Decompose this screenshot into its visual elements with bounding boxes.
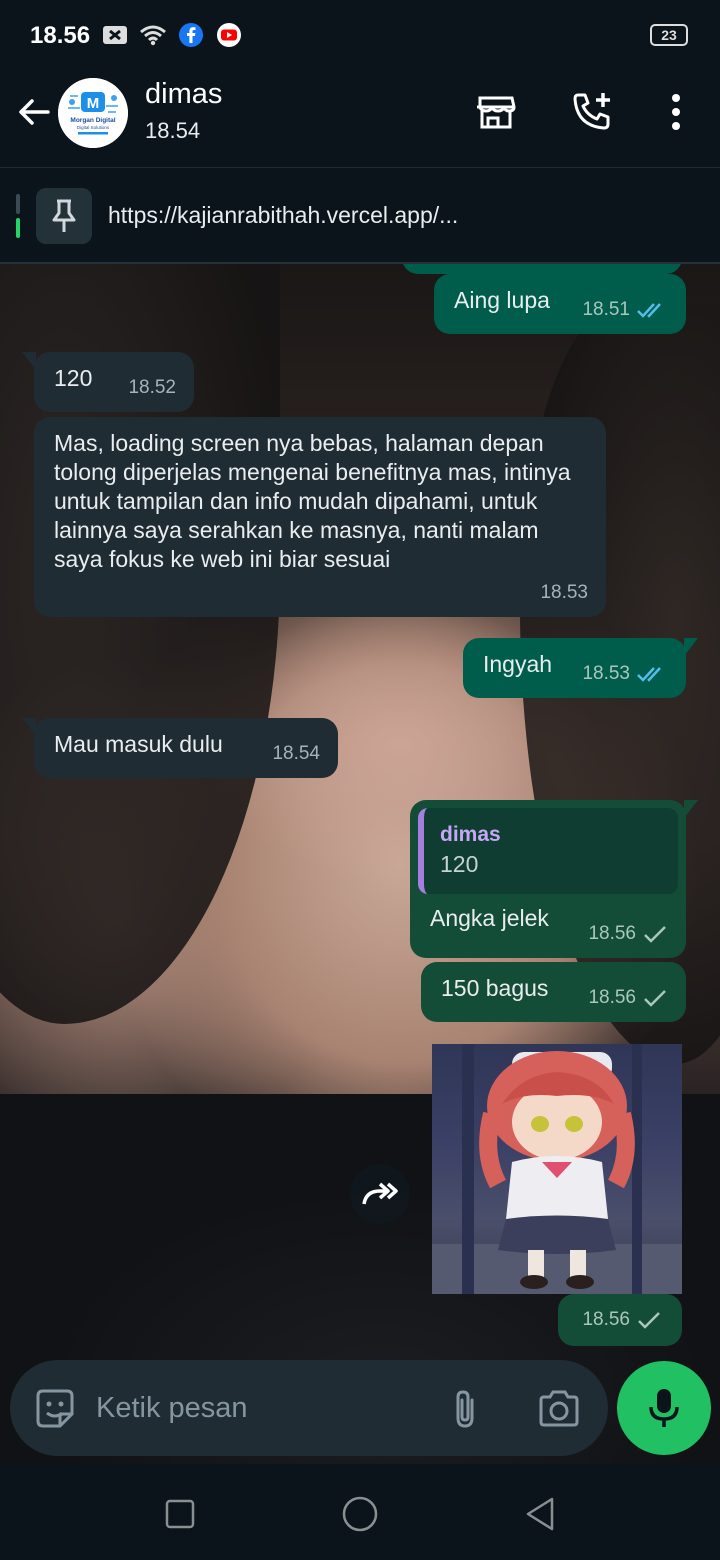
image-message[interactable] [432,1044,682,1294]
message-time: 18.56 [588,923,636,944]
reply-quote[interactable]: dimas 120 [418,808,678,894]
outgoing-message[interactable]: 150 bagus 18.56 [421,962,686,1022]
message-time: 18.56 [582,1309,630,1330]
shop-icon[interactable] [474,90,518,134]
voice-record-button[interactable] [617,1361,711,1455]
status-bar: 18.56 23 [0,0,720,72]
back-arrow-icon[interactable] [14,92,54,132]
recents-icon[interactable] [160,1494,200,1534]
quote-sender: dimas [440,823,501,846]
message-text: Aing lupa [454,287,550,313]
message-meta: 18.56 [588,983,668,1012]
message-time: 18.53 [540,582,588,603]
chat-area[interactable]: Aing lupa 18.51 120 18.52 Mas, loading s… [0,264,720,1464]
message-time: 18.53 [582,663,630,684]
message-text: 120 [54,365,93,391]
anime-character-image-icon [432,1044,682,1294]
contact-name[interactable]: dimas [145,78,222,111]
outgoing-message[interactable]: Ingyah 18.53 [463,638,698,698]
attach-icon[interactable] [442,1386,488,1432]
back-nav-icon[interactable] [520,1494,560,1534]
home-icon[interactable] [340,1494,380,1534]
notification-icon [103,26,127,44]
svg-text:M: M [87,95,100,112]
svg-text:Morgan Digital: Morgan Digital [70,117,115,124]
message-meta: 18.52 [128,373,176,402]
add-call-icon[interactable] [570,90,614,134]
svg-text:Digital Solutions: Digital Solutions [77,125,110,130]
message-time: 18.52 [128,377,176,398]
message-text: Ingyah [483,651,553,677]
status-icons [102,22,242,48]
double-check-icon [637,302,661,318]
pinned-url[interactable]: https://kajianrabithah.vercel.app/... [108,202,458,229]
message-text: Angka jelek [430,905,549,931]
forward-icon [362,1182,398,1205]
more-options-icon[interactable] [654,90,698,134]
incoming-message[interactable]: Mau masuk dulu 18.54 [22,718,338,778]
wifi-icon [140,25,166,46]
incoming-message[interactable]: Mas, loading screen nya bebas, halaman d… [34,417,606,617]
image-time-bubble: 18.56 [558,1294,682,1346]
message-input-placeholder[interactable]: Ketik pesan [96,1392,248,1425]
pinned-message-bar[interactable]: https://kajianrabithah.vercel.app/... [0,168,720,264]
single-check-icon [644,989,666,1007]
pinned-indicator [16,194,20,238]
pin-icon [36,188,92,244]
message-meta: 18.53 [540,578,588,607]
sticker-icon[interactable] [32,1386,78,1432]
message-meta: 18.53 [582,659,668,688]
incoming-message[interactable]: 120 18.52 [22,352,194,412]
message-meta: 18.54 [272,739,320,768]
message-text: 150 bagus [441,975,549,1001]
message-time: 18.51 [582,299,630,320]
message-text: Mau masuk dulu [54,731,223,757]
message-meta: 18.56 [582,1305,662,1334]
message-input-bar[interactable]: Ketik pesan [10,1360,608,1456]
facebook-icon [179,23,203,47]
morgan-digital-logo-icon: M Morgan Digital Digital Solutions [58,78,128,148]
double-check-icon [637,666,661,682]
status-time: 18.56 [30,22,91,49]
camera-icon[interactable] [536,1386,582,1432]
message-meta: 18.51 [582,295,668,324]
forward-button[interactable] [350,1164,410,1224]
message-bubble-cut [402,264,682,274]
youtube-icon [217,23,241,47]
outgoing-reply-message[interactable]: dimas 120 Angka jelek 18.56 [410,800,698,958]
avatar[interactable]: M Morgan Digital Digital Solutions [58,78,128,148]
battery-icon: 23 [650,24,688,46]
message-time: 18.54 [272,743,320,764]
outgoing-message[interactable]: Aing lupa 18.51 [434,274,686,334]
single-check-icon [644,925,666,943]
message-meta: 18.56 [588,919,668,948]
quote-text: 120 [440,851,479,877]
chat-header: M Morgan Digital Digital Solutions dimas… [0,72,720,168]
microphone-icon [649,1389,679,1427]
single-check-icon [638,1311,660,1329]
system-nav-bar [0,1466,720,1560]
message-text: Mas, loading screen nya bebas, halaman d… [54,430,571,572]
message-time: 18.56 [588,987,636,1008]
last-seen-time: 18.54 [145,118,201,143]
